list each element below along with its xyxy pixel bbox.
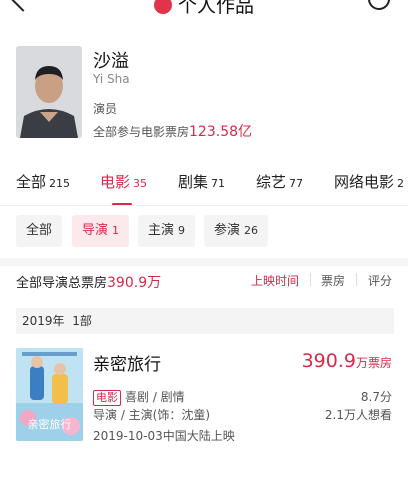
subtab-label: 全部 <box>26 223 53 238</box>
sort-by-boxoffice[interactable]: 票房 <box>321 272 345 289</box>
tab-web-movie[interactable]: 网络电影 2 <box>334 171 404 192</box>
tab-label: 全部 <box>16 173 47 191</box>
subtab-label: 导演 <box>82 223 109 238</box>
tab-count: 77 <box>289 177 304 190</box>
movie-wish-count: 2.1万人想看 <box>324 408 392 422</box>
year-label: 2019年 <box>22 314 65 328</box>
year-group-header: 2019年 1部 <box>16 308 394 334</box>
actor-role: 演员 <box>93 102 118 116</box>
tab-count: 35 <box>133 177 148 190</box>
sort-by-release[interactable]: 上映时间 <box>251 272 299 289</box>
subtab-label: 主演 <box>148 223 175 238</box>
page-title-wrap: 个人作品 <box>0 0 408 16</box>
movie-genres: 喜剧 / 剧情 <box>125 390 185 404</box>
tab-movie[interactable]: 电影 35 <box>100 171 147 192</box>
movie-boxoffice-value: 390.9 <box>301 350 356 372</box>
total-boxoffice: 全部参与电影票房123.58亿 <box>93 121 252 141</box>
subtab-director[interactable]: 导演 1 <box>72 215 130 247</box>
tab-label: 电影 <box>100 173 131 191</box>
movie-score: 8.7分 <box>360 390 392 404</box>
tab-label: 综艺 <box>256 173 287 191</box>
subtab-count: 26 <box>244 224 259 237</box>
movie-tags: 电影 喜剧 / 剧情 <box>93 388 185 406</box>
movie-poster[interactable]: 亲密旅行 <box>16 348 83 441</box>
top-nav-bar: 个人作品 <box>0 0 408 16</box>
tab-count: 71 <box>211 177 226 190</box>
app-logo-icon <box>153 0 172 14</box>
movie-title[interactable]: 亲密旅行 <box>93 350 161 375</box>
movie-boxoffice: 390.9万票房 <box>302 350 392 372</box>
subtab-lead[interactable]: 主演 9 <box>138 215 196 247</box>
page-title: 个人作品 <box>177 0 254 16</box>
subtab-all[interactable]: 全部 <box>16 215 63 247</box>
summary-value: 390.9万 <box>107 275 162 291</box>
movie-release-date: 2019-10-03中国大陆上映 <box>93 429 235 443</box>
year-count: 1部 <box>72 314 92 328</box>
section-divider <box>0 258 408 266</box>
tab-variety[interactable]: 综艺 77 <box>256 171 303 192</box>
tab-series[interactable]: 剧集 71 <box>178 171 225 192</box>
total-boxoffice-label: 全部参与电影票房 <box>93 125 190 139</box>
subtab-label: 参演 <box>214 223 241 238</box>
subtab-count: 1 <box>112 224 120 237</box>
type-badge: 电影 <box>93 390 121 406</box>
divider <box>0 205 408 206</box>
director-boxoffice-summary: 全部导演总票房390.9万 <box>16 272 161 292</box>
sort-by-score[interactable]: 评分 <box>368 272 392 289</box>
movie-role: 导演 / 主演(饰：沈童) <box>93 408 211 422</box>
summary-label: 全部导演总票房 <box>16 276 108 291</box>
category-tabs: 全部 215 电影 35 剧集 71 综艺 77 网络电影 2 <box>0 171 408 206</box>
avatar <box>16 46 82 138</box>
tab-label: 剧集 <box>178 173 209 191</box>
actor-name: 沙溢 <box>93 51 129 72</box>
tab-count: 2 <box>397 177 405 190</box>
tab-all[interactable]: 全部 215 <box>16 171 70 192</box>
actor-english-name: Yi Sha <box>93 72 130 86</box>
total-boxoffice-value: 123.58亿 <box>189 124 253 140</box>
tab-count: 215 <box>49 177 71 190</box>
subtab-supporting[interactable]: 参演 26 <box>204 215 269 247</box>
movie-boxoffice-unit: 万票房 <box>355 356 392 370</box>
tab-label: 网络电影 <box>334 173 395 191</box>
sort-separator <box>356 273 357 286</box>
poster-title-text: 亲密旅行 <box>28 417 72 431</box>
sort-separator <box>310 273 311 286</box>
subtab-count: 9 <box>178 224 186 237</box>
